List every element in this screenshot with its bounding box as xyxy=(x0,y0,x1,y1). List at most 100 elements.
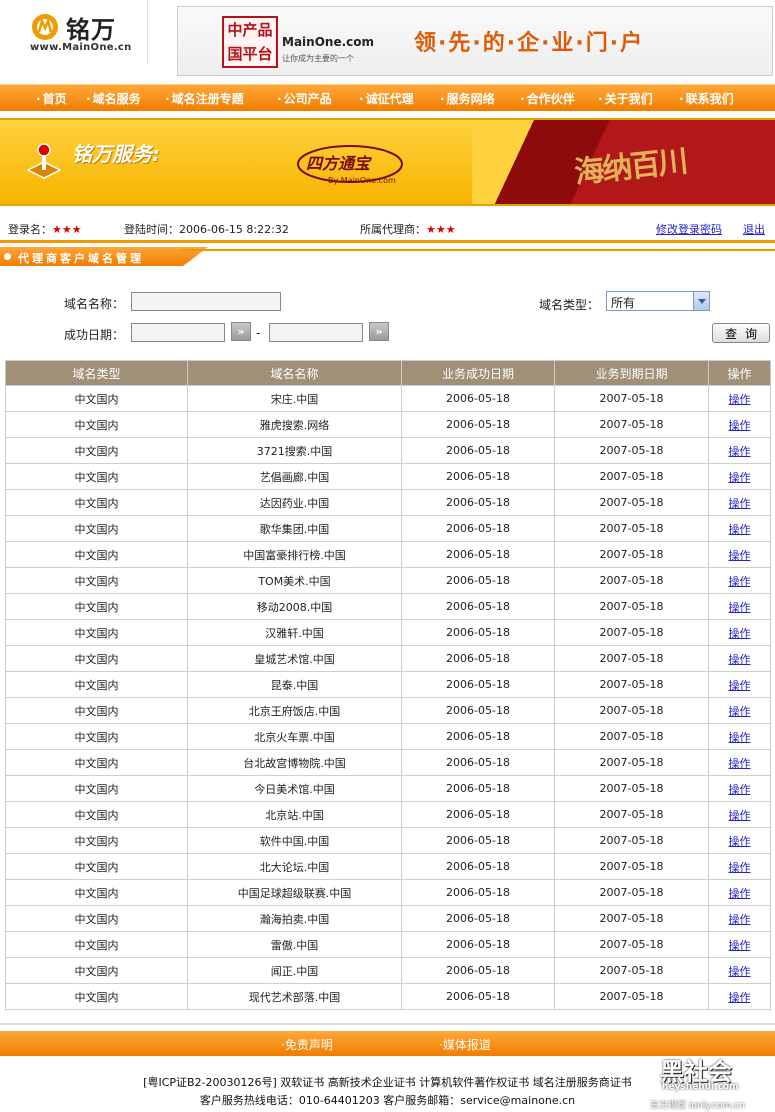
cell-start-date: 2006-05-18 xyxy=(401,853,555,880)
cell-domain-type: 中文国内 xyxy=(5,775,188,802)
cell-domain-name: 软件中国.中国 xyxy=(187,827,402,854)
cell-end-date: 2007-05-18 xyxy=(554,489,709,516)
operate-link[interactable]: 操作 xyxy=(708,697,771,724)
mainone-logo[interactable]: 铭万 www.MainOne.cn xyxy=(0,0,148,64)
operate-link[interactable]: 操作 xyxy=(708,567,771,594)
operate-link[interactable]: 操作 xyxy=(708,853,771,880)
cell-domain-name: 雷傲.中国 xyxy=(187,931,402,958)
domain-name-input[interactable] xyxy=(131,292,281,311)
cell-end-date: 2007-05-18 xyxy=(554,723,709,750)
nav-item-domain-service[interactable]: 域名服务 xyxy=(86,90,141,107)
operate-link[interactable]: 操作 xyxy=(708,437,771,464)
date-to-picker-icon[interactable]: » xyxy=(369,322,389,341)
operate-link[interactable]: 操作 xyxy=(708,645,771,672)
nav-item-about[interactable]: 关于我们 xyxy=(598,90,653,107)
operate-link[interactable]: 操作 xyxy=(708,775,771,802)
operate-link[interactable]: 操作 xyxy=(708,957,771,984)
change-password-link[interactable]: 修改登录密码 xyxy=(656,221,722,237)
cell-start-date: 2006-05-18 xyxy=(401,723,555,750)
operate-link[interactable]: 操作 xyxy=(708,983,771,1010)
logout-link[interactable]: 退出 xyxy=(743,221,765,237)
cell-domain-name: 达因药业.中国 xyxy=(187,489,402,516)
operate-link[interactable]: 操作 xyxy=(708,749,771,776)
table-row: 中文国内 现代艺术部落.中国 2006-05-18 2007-05-18 操作 xyxy=(5,983,771,1010)
operate-link[interactable]: 操作 xyxy=(708,905,771,932)
table-row: 中文国内 宋庄.中国 2006-05-18 2007-05-18 操作 xyxy=(5,385,771,412)
cell-start-date: 2006-05-18 xyxy=(401,437,555,464)
cell-domain-type: 中文国内 xyxy=(5,567,188,594)
cell-domain-name: 闻正.中国 xyxy=(187,957,402,984)
cell-end-date: 2007-05-18 xyxy=(554,957,709,984)
cell-start-date: 2006-05-18 xyxy=(401,957,555,984)
service-banner[interactable]: 铭万服务: 四方通宝 By MainOne.com 海纳百川 xyxy=(0,118,775,206)
cell-domain-name: 今日美术馆.中国 xyxy=(187,775,402,802)
query-button[interactable]: 查询 xyxy=(712,323,770,343)
operate-link[interactable]: 操作 xyxy=(708,593,771,620)
banner-slogan: 领·先·的·企·业·门·户 xyxy=(414,31,645,56)
chevron-down-icon[interactable] xyxy=(693,292,709,310)
nav-item-products[interactable]: 公司产品 xyxy=(277,90,332,107)
nav-item-domain-topic[interactable]: 域名注册专题 xyxy=(165,90,244,107)
top-ad-banner[interactable]: 中产品国平台 MainOne.com 让你成为主要的一个 领·先·的·企·业·门… xyxy=(177,6,773,76)
date-from-input[interactable] xyxy=(131,323,225,342)
cell-start-date: 2006-05-18 xyxy=(401,489,555,516)
table-row: 中文国内 3721搜索.中国 2006-05-18 2007-05-18 操作 xyxy=(5,437,771,464)
date-to-input[interactable] xyxy=(269,323,363,342)
table-row: 中文国内 北京王府饭店.中国 2006-05-18 2007-05-18 操作 xyxy=(5,697,771,724)
operate-link[interactable]: 操作 xyxy=(708,827,771,854)
operate-link[interactable]: 操作 xyxy=(708,801,771,828)
table-body: 中文国内 宋庄.中国 2006-05-18 2007-05-18 操作 中文国内 雅虎搜索.… xyxy=(5,385,771,1010)
table-header-row: 域名类型 域名名称 业务成功日期 业务到期日期 操作 xyxy=(5,360,771,386)
nav-item-agents[interactable]: 诚征代理 xyxy=(359,90,414,107)
cell-end-date: 2007-05-18 xyxy=(554,645,709,672)
table-row: 中文国内 北京站.中国 2006-05-18 2007-05-18 操作 xyxy=(5,801,771,828)
cell-end-date: 2007-05-18 xyxy=(554,775,709,802)
col-header-op: 操作 xyxy=(708,360,771,386)
joystick-icon xyxy=(26,143,62,179)
cell-domain-type: 中文国内 xyxy=(5,645,188,672)
operate-link[interactable]: 操作 xyxy=(708,723,771,750)
cell-domain-type: 中文国内 xyxy=(5,697,188,724)
domain-type-select[interactable]: 所有 xyxy=(606,291,710,311)
cell-domain-name: 台北故宫博物院.中国 xyxy=(187,749,402,776)
operate-link[interactable]: 操作 xyxy=(708,541,771,568)
nav-item-home[interactable]: 首页 xyxy=(36,90,67,107)
login-time-label: 登陆时间： xyxy=(124,223,179,236)
cell-domain-type: 中文国内 xyxy=(5,749,188,776)
operate-link[interactable]: 操作 xyxy=(708,931,771,958)
table-row: 中文国内 北京火车票.中国 2006-05-18 2007-05-18 操作 xyxy=(5,723,771,750)
cell-end-date: 2007-05-18 xyxy=(554,411,709,438)
operate-link[interactable]: 操作 xyxy=(708,671,771,698)
table-row: 中文国内 雷傲.中国 2006-05-18 2007-05-18 操作 xyxy=(5,931,771,958)
operate-link[interactable]: 操作 xyxy=(708,463,771,490)
nav-item-contact[interactable]: 联系我们 xyxy=(679,90,734,107)
operate-link[interactable]: 操作 xyxy=(708,411,771,438)
footer-link-media[interactable]: 媒体报道 xyxy=(439,1036,491,1053)
date-from-picker-icon[interactable]: » xyxy=(231,322,251,341)
footer-link-disclaimer[interactable]: 免责声明 xyxy=(281,1036,333,1053)
operate-link[interactable]: 操作 xyxy=(708,619,771,646)
cell-start-date: 2006-05-18 xyxy=(401,463,555,490)
cell-domain-type: 中文国内 xyxy=(5,385,188,412)
table-row: 中文国内 达因药业.中国 2006-05-18 2007-05-18 操作 xyxy=(5,489,771,516)
cell-start-date: 2006-05-18 xyxy=(401,567,555,594)
operate-link[interactable]: 操作 xyxy=(708,385,771,412)
cell-domain-name: 昆泰.中国 xyxy=(187,671,402,698)
section-header: 代理商客户域名管理 xyxy=(0,247,210,267)
cell-start-date: 2006-05-18 xyxy=(401,671,555,698)
table-row: 中文国内 中国富豪排行榜.中国 2006-05-18 2007-05-18 操作 xyxy=(5,541,771,568)
nav-item-partners[interactable]: 合作伙伴 xyxy=(520,90,575,107)
col-header-end: 业务到期日期 xyxy=(554,360,709,386)
cell-end-date: 2007-05-18 xyxy=(554,593,709,620)
cell-domain-type: 中文国内 xyxy=(5,515,188,542)
operate-link[interactable]: 操作 xyxy=(708,489,771,516)
operate-link[interactable]: 操作 xyxy=(708,879,771,906)
login-name-label: 登录名： xyxy=(8,223,52,236)
operate-link[interactable]: 操作 xyxy=(708,515,771,542)
nav-item-service-network[interactable]: 服务网络 xyxy=(440,90,495,107)
cell-domain-type: 中文国内 xyxy=(5,619,188,646)
cell-start-date: 2006-05-18 xyxy=(401,775,555,802)
table-row: 中文国内 中国足球超级联赛.中国 2006-05-18 2007-05-18 操作 xyxy=(5,879,771,906)
cell-domain-name: 瀚海拍卖.中国 xyxy=(187,905,402,932)
cell-start-date: 2006-05-18 xyxy=(401,619,555,646)
